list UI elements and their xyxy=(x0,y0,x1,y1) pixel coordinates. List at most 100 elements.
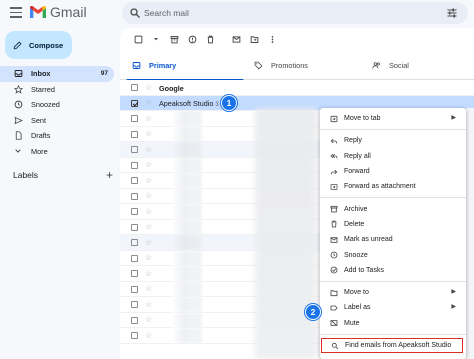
submenu-arrow-icon: ▶ xyxy=(451,304,456,311)
pencil-icon xyxy=(13,41,22,50)
labels-title: Labels xyxy=(13,170,39,180)
menu-item-reply-all[interactable]: Reply all xyxy=(320,149,466,164)
tab-label: Primary xyxy=(149,60,177,70)
hamburger-menu-icon[interactable] xyxy=(10,7,22,18)
row-checkbox[interactable] xyxy=(131,316,138,324)
redacted-sender xyxy=(172,111,202,126)
menu-item-label: Archive xyxy=(344,205,368,213)
star-icon[interactable]: ☆ xyxy=(145,253,152,263)
select-all-checkbox[interactable] xyxy=(131,32,145,46)
row-checkbox[interactable] xyxy=(131,285,138,293)
top-bar: Gmail xyxy=(0,0,474,26)
row-checkbox[interactable] xyxy=(131,99,138,107)
search-input[interactable] xyxy=(144,5,424,21)
star-icon[interactable]: ☆ xyxy=(145,114,152,124)
star-icon[interactable]: ☆ xyxy=(145,191,152,201)
email-row-google[interactable]: ☆ Google xyxy=(120,80,474,96)
star-icon[interactable]: ☆ xyxy=(145,129,152,139)
sidebar-item-drafts[interactable]: Drafts xyxy=(0,128,115,144)
row-checkbox[interactable] xyxy=(131,146,138,153)
row-checkbox[interactable] xyxy=(131,239,138,246)
row-checkbox[interactable] xyxy=(131,301,138,308)
menu-item-reply[interactable]: Reply xyxy=(320,133,466,148)
star-icon[interactable]: ☆ xyxy=(145,222,152,232)
trash-icon[interactable] xyxy=(203,32,217,46)
star-icon[interactable]: ☆ xyxy=(145,83,152,93)
sidebar-item-label: Starred xyxy=(31,84,55,94)
label-icon xyxy=(329,303,338,312)
sidebar-item-snoozed[interactable]: Snoozed xyxy=(0,97,115,113)
menu-divider xyxy=(320,280,466,282)
sidebar-item-sent[interactable]: Sent xyxy=(0,113,115,129)
redacted-sender xyxy=(172,219,202,235)
compose-button[interactable]: Compose xyxy=(5,31,72,59)
redacted-sender xyxy=(172,250,202,266)
star-icon[interactable]: ☆ xyxy=(145,269,152,279)
sidebar-item-inbox[interactable]: Inbox 97 xyxy=(0,66,114,82)
row-checkbox[interactable] xyxy=(131,161,138,169)
star-icon[interactable]: ☆ xyxy=(145,207,152,217)
search-icon[interactable] xyxy=(129,7,141,19)
archive-icon[interactable] xyxy=(167,32,181,46)
sidebar-item-label: Sent xyxy=(31,115,47,125)
menu-item-find-emails-from-sender[interactable]: Find emails from Apeaksoft Studio xyxy=(321,337,463,354)
menu-item-delete[interactable]: Delete xyxy=(320,217,466,232)
row-checkbox[interactable] xyxy=(131,130,138,138)
more-options-icon[interactable] xyxy=(265,32,279,46)
menu-item-move-to[interactable]: Move to ▶ xyxy=(320,285,466,300)
sender-name: Apeaksoft Studio xyxy=(159,99,214,108)
move-to-icon[interactable] xyxy=(247,32,261,46)
report-spam-icon[interactable] xyxy=(185,32,199,46)
menu-item-snooze[interactable]: Snooze xyxy=(320,247,466,262)
sidebar-item-more[interactable]: More xyxy=(0,144,115,160)
star-icon[interactable]: ☆ xyxy=(145,98,152,108)
add-label-button[interactable]: + xyxy=(106,168,113,182)
row-checkbox[interactable] xyxy=(131,192,138,200)
star-icon[interactable]: ☆ xyxy=(145,284,152,294)
menu-item-add-to-tasks[interactable]: Add to Tasks xyxy=(320,263,466,278)
search-options-icon[interactable] xyxy=(446,7,458,19)
row-checkbox[interactable] xyxy=(131,177,138,184)
star-icon[interactable]: ☆ xyxy=(145,145,152,155)
tab-primary[interactable]: Primary xyxy=(124,50,244,81)
row-checkbox[interactable] xyxy=(131,84,138,91)
search-bar[interactable] xyxy=(122,2,468,24)
select-dropdown-chevron-icon[interactable] xyxy=(149,32,163,46)
menu-item-mute[interactable]: Mute xyxy=(320,316,466,331)
star-icon[interactable]: ☆ xyxy=(145,315,152,325)
gmail-logo[interactable]: Gmail xyxy=(30,4,87,20)
star-icon[interactable]: ☆ xyxy=(145,300,152,310)
row-checkbox[interactable] xyxy=(131,270,138,277)
menu-item-archive[interactable]: Archive xyxy=(320,201,466,216)
row-checkbox[interactable] xyxy=(131,254,138,262)
sidebar-item-starred[interactable]: Starred xyxy=(0,82,115,98)
menu-item-mark-as-unread[interactable]: Mark as unread xyxy=(320,232,466,247)
menu-item-label-as[interactable]: Label as ▶ xyxy=(320,300,466,315)
tab-promotions[interactable]: Promotions xyxy=(246,50,308,80)
row-checkbox[interactable] xyxy=(131,208,138,215)
right-edge-panel xyxy=(466,108,474,359)
move-tab-icon xyxy=(329,114,338,123)
submenu-arrow-icon: ▶ xyxy=(451,115,456,121)
mark-unread-icon[interactable] xyxy=(229,32,243,46)
tab-label: Promotions xyxy=(271,60,308,70)
menu-item-label: Mark as unread xyxy=(344,236,393,244)
star-icon xyxy=(13,84,23,94)
star-icon[interactable]: ☆ xyxy=(145,160,152,170)
gmail-m-icon xyxy=(30,6,46,18)
star-icon[interactable]: ☆ xyxy=(145,331,152,341)
row-checkbox[interactable] xyxy=(131,332,138,339)
row-checkbox[interactable] xyxy=(131,223,138,231)
sidebar-item-label: More xyxy=(31,146,48,156)
clock-icon xyxy=(13,100,23,110)
email-sender: Apeaksoft Studio 3 xyxy=(159,99,219,108)
menu-item-label: Delete xyxy=(344,220,365,228)
tab-social[interactable]: Social xyxy=(364,50,409,80)
menu-item-move-to-tab[interactable]: Move to tab ▶ xyxy=(320,111,466,126)
star-icon[interactable]: ☆ xyxy=(145,238,152,248)
menu-item-forward[interactable]: Forward xyxy=(320,164,466,179)
menu-item-forward-as-attachment[interactable]: Forward as attachment xyxy=(320,179,466,194)
menu-divider xyxy=(320,129,466,131)
row-checkbox[interactable] xyxy=(131,115,138,122)
star-icon[interactable]: ☆ xyxy=(145,176,152,186)
